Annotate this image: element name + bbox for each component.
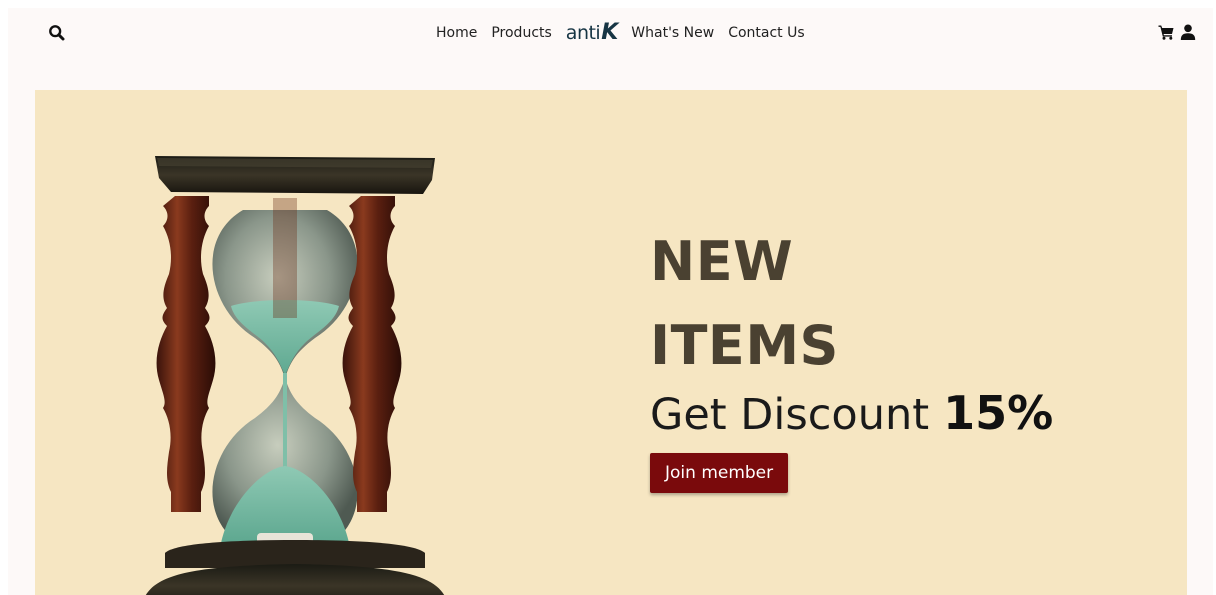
nav-link-whats-new[interactable]: What's New <box>631 25 714 41</box>
discount-line: Get Discount 15% <box>650 386 1053 442</box>
join-member-button[interactable]: Join member <box>650 453 789 493</box>
user-account-button[interactable] <box>1180 24 1196 40</box>
hero-title-line-2: ITEMS <box>650 314 839 377</box>
logo-text-prefix: anti <box>565 22 601 44</box>
nav-link-home[interactable]: Home <box>436 25 477 41</box>
discount-text: Get Discount <box>650 390 930 440</box>
cart-icon <box>1158 25 1174 40</box>
nav-link-products[interactable]: Products <box>491 25 551 41</box>
main-menu: Home Products anti K What's New Contact U… <box>436 21 805 45</box>
page: Home Products anti K What's New Contact U… <box>8 8 1213 595</box>
discount-value: 15% <box>943 386 1054 440</box>
nav-link-contact[interactable]: Contact Us <box>728 25 804 41</box>
top-nav: Home Products anti K What's New Contact U… <box>8 8 1213 58</box>
logo-text-suffix: K <box>601 20 619 45</box>
hero-banner: NEW ITEMS Get Discount 15% Join member <box>35 90 1187 595</box>
search-icon <box>49 25 65 41</box>
hourglass-image <box>145 156 445 595</box>
user-icon <box>1180 24 1196 40</box>
search-button[interactable] <box>48 24 66 42</box>
cart-button[interactable] <box>1158 24 1174 40</box>
hero-copy: NEW ITEMS Get Discount 15% Join member <box>650 220 1053 493</box>
brand-logo[interactable]: anti K <box>566 22 618 44</box>
hero-title-line-1: NEW <box>650 230 794 293</box>
